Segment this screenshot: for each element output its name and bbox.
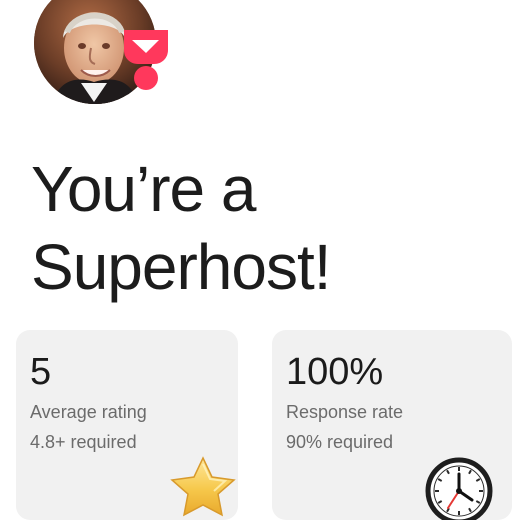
average-rating-value: 5 — [30, 351, 52, 393]
page-title: You’re a Superhost! — [31, 153, 332, 303]
response-rate-card: 100% Response rate 90% required — [272, 330, 512, 520]
superhost-badge-icon — [124, 30, 168, 92]
response-rate-value: 100% — [286, 351, 384, 393]
average-rating-label: Average rating — [30, 402, 147, 422]
avatar-container — [34, 0, 168, 104]
star-icon — [170, 456, 236, 517]
average-rating-requirement: 4.8+ required — [30, 432, 137, 452]
response-rate-requirement: 90% required — [286, 432, 394, 452]
clock-icon — [425, 457, 493, 520]
response-rate-label: Response rate — [286, 402, 404, 422]
average-rating-card: 5 Average rating 4.8+ required — [16, 330, 238, 520]
